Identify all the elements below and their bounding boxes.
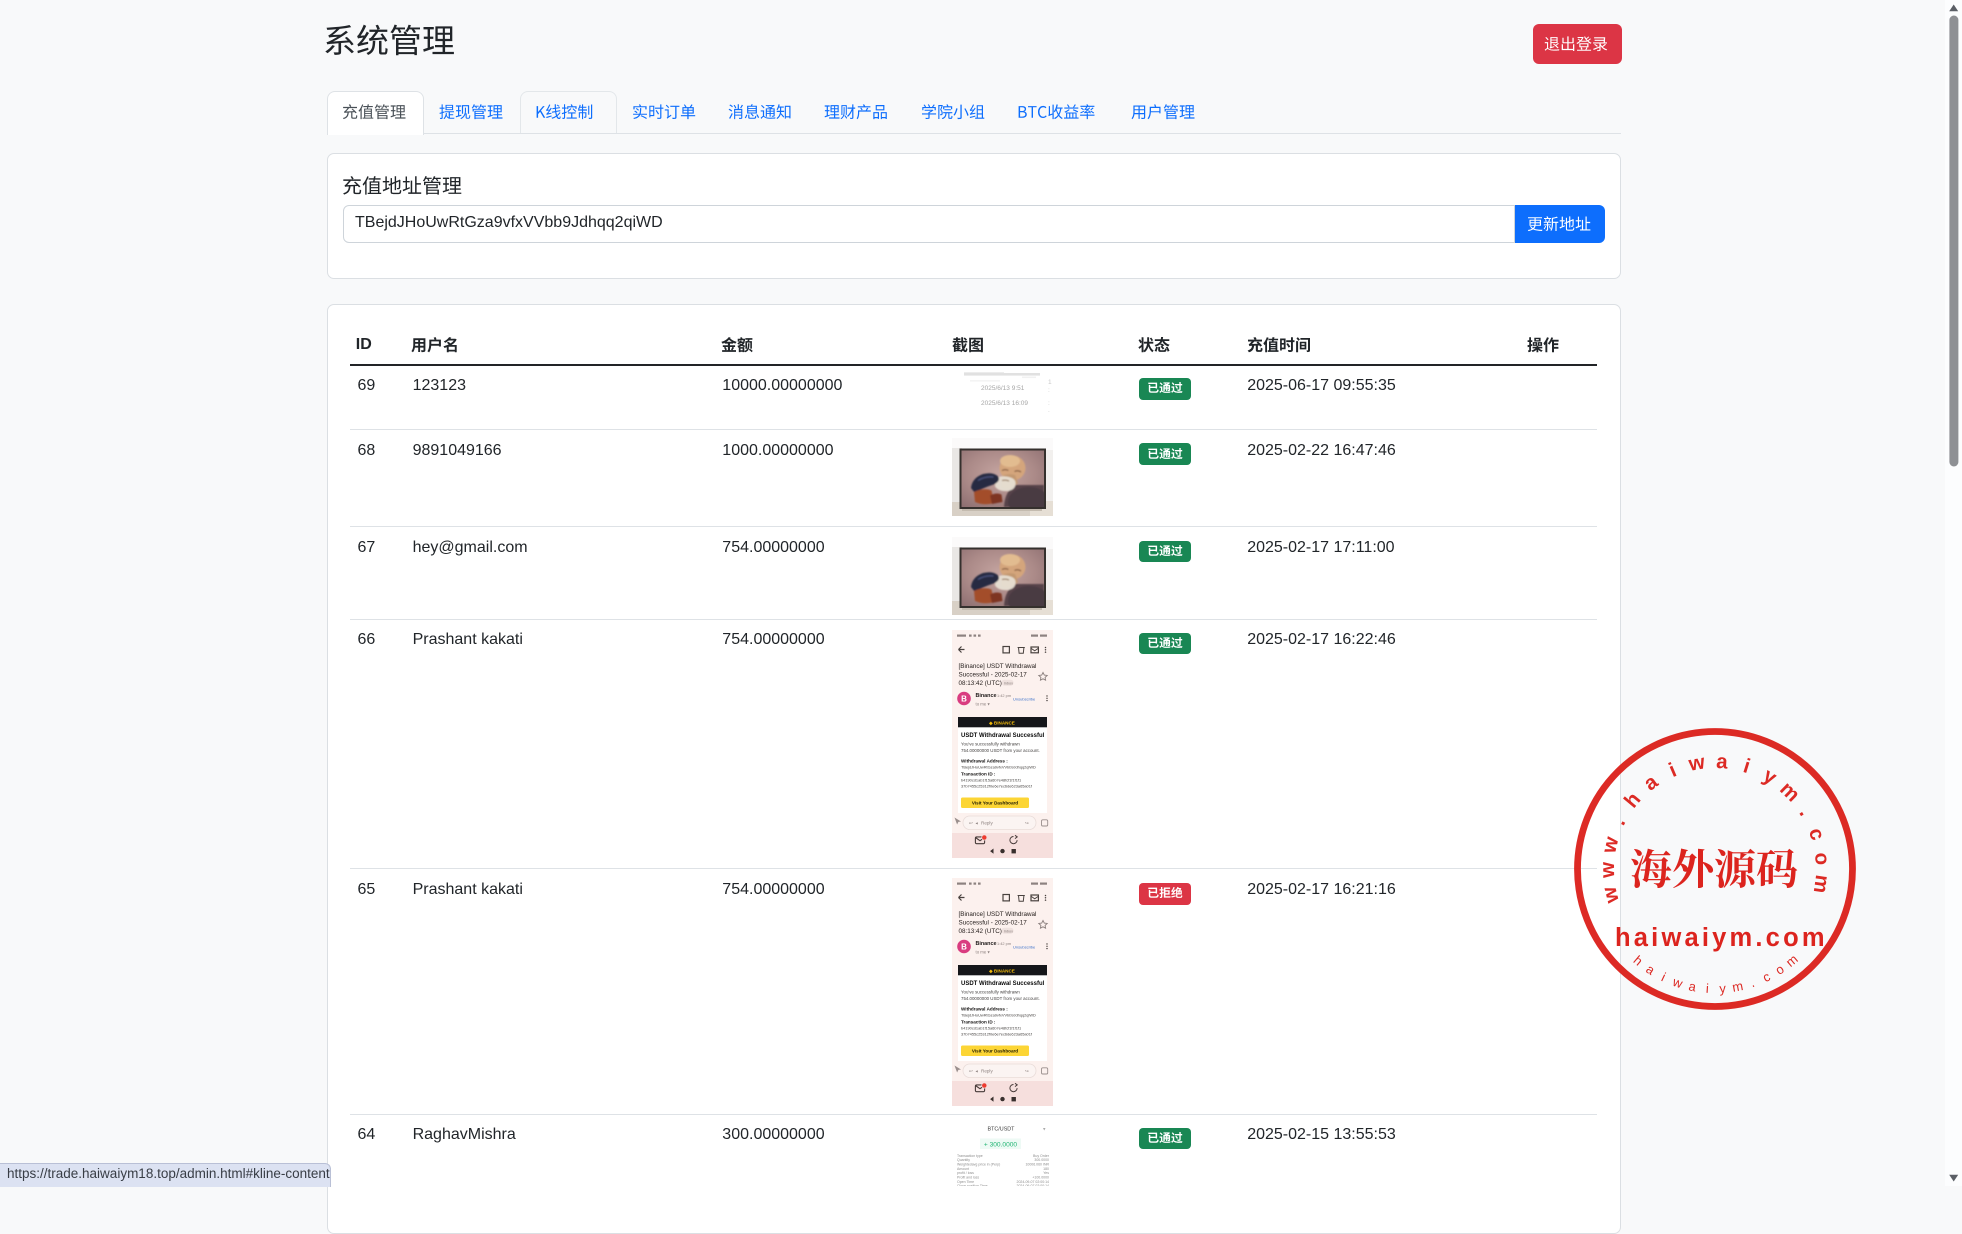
svg-text:You've successfully withdrawn: You've successfully withdrawn: [961, 742, 1020, 747]
svg-text:Unsubscribe: Unsubscribe: [1013, 944, 1036, 949]
svg-text:Binance: Binance: [975, 941, 996, 947]
svg-text:+ 300.0000: + 300.0000: [983, 1141, 1017, 1148]
svg-text:BTC/USDT: BTC/USDT: [987, 1127, 1015, 1133]
svg-text:h: h: [1630, 952, 1645, 968]
svg-text:y: y: [1759, 763, 1781, 789]
svg-text:10006.060 INR: 10006.060 INR: [1025, 1163, 1049, 1167]
svg-text:i: i: [1740, 754, 1752, 778]
svg-text:a: a: [1639, 769, 1662, 795]
svg-text:37b7455c25312f0e6e7ec6de623a65: 37b7455c25312f0e6e7ec6de623a65a01f: [961, 1031, 1033, 1036]
svg-text:Visit Your Dashboard: Visit Your Dashboard: [971, 801, 1017, 806]
svg-text:to me ▾: to me ▾: [975, 702, 989, 707]
svg-text::: :: [1048, 387, 1050, 394]
svg-text:2025/6/13 16:09: 2025/6/13 16:09: [981, 400, 1028, 407]
svg-text:i: i: [1665, 758, 1679, 781]
svg-text:Visit Your Dashboard: Visit Your Dashboard: [972, 1048, 1018, 1053]
svg-text::: :: [1048, 400, 1050, 407]
svg-text:[Binance] USDT Withdrawal: [Binance] USDT Withdrawal: [958, 663, 1036, 670]
svg-text:◆ BINANCE: ◆ BINANCE: [988, 721, 1015, 726]
svg-text:1: 1: [1048, 379, 1052, 386]
svg-text:B: B: [961, 695, 967, 704]
svg-text:b4190cd1ab1f15a6b7e48fcf1f1f1f: b4190cd1ab1f15a6b7e48fcf1f1f1f1: [961, 1025, 1021, 1030]
svg-text:a: a: [1687, 978, 1698, 994]
svg-text:Successful - 2025-02-17: Successful - 2025-02-17: [958, 672, 1027, 679]
svg-text:h: h: [1619, 788, 1645, 812]
svg-text:Transaction ID :: Transaction ID :: [961, 1019, 996, 1024]
svg-text:08:13:42 (UTC): 08:13:42 (UTC): [958, 928, 1001, 935]
svg-text:Weightedavg price in (Perp): Weightedavg price in (Perp): [957, 1163, 1000, 1167]
svg-text:USDT Withdrawal Successful: USDT Withdrawal Successful: [961, 981, 1045, 987]
svg-text:to me ▾: to me ▾: [975, 949, 989, 954]
svg-text:m: m: [1783, 951, 1801, 969]
svg-text:c: c: [1804, 825, 1829, 843]
svg-text:w: w: [1596, 861, 1619, 878]
svg-text:profit / loss: profit / loss: [957, 1171, 974, 1175]
svg-text:[Binance] USDT Withdrawal: [Binance] USDT Withdrawal: [958, 911, 1036, 918]
svg-text:.: .: [1794, 802, 1816, 819]
svg-text:754.00000000 USDT from your ac: 754.00000000 USDT from your account.: [961, 748, 1040, 753]
svg-text:↪: ↪: [1025, 821, 1029, 826]
svg-text:m: m: [1731, 978, 1744, 995]
svg-text:b4190cd1ab1f15a6b7e48fcf1f1f1f: b4190cd1ab1f15a6b7e48fcf1f1f1f1: [961, 778, 1021, 783]
svg-text:↪: ↪: [1025, 1068, 1029, 1073]
svg-text:TBejdJHoUwRtGza9vfxVVbb9Jdhqq2: TBejdJHoUwRtGza9vfxVVbb9Jdhqq2qiWD: [961, 765, 1036, 770]
svg-text:.: .: [1607, 813, 1630, 828]
svg-text:Withdrawal Address :: Withdrawal Address :: [961, 759, 1008, 764]
svg-text:Inbox: Inbox: [1003, 681, 1012, 685]
svg-text:TBejdJHoUwRtGza9vfxVVbb9Jdhqq2: TBejdJHoUwRtGza9vfxVVbb9Jdhqq2qiWD: [961, 1012, 1036, 1017]
svg-text:Reply: Reply: [981, 1068, 993, 1073]
svg-text:w: w: [1686, 750, 1707, 776]
svg-text:Binance: Binance: [975, 693, 996, 699]
svg-text:Transaction ID :: Transaction ID :: [961, 771, 996, 776]
svg-text:i: i: [1705, 980, 1709, 995]
svg-text:o: o: [1810, 851, 1834, 866]
svg-text:.: .: [1748, 974, 1756, 989]
svg-text:USDT Withdrawal Successful: USDT Withdrawal Successful: [961, 733, 1045, 739]
svg-text:↩: ↩: [969, 821, 973, 826]
svg-text:w: w: [1670, 973, 1685, 991]
svg-text:Quantity: Quantity: [957, 1158, 970, 1162]
svg-text:a: a: [1715, 749, 1728, 773]
svg-text:754.00000000 USDT from your ac: 754.00000000 USDT from your account.: [961, 995, 1040, 1000]
svg-text:1:42 pm: 1:42 pm: [997, 940, 1011, 945]
svg-text:Successful - 2025-02-17: Successful - 2025-02-17: [958, 919, 1027, 926]
svg-text:m: m: [1775, 777, 1804, 806]
svg-text:37b7455c25312f0e6e7ec6de623a65: 37b7455c25312f0e6e7ec6de623a65a01f: [961, 783, 1033, 788]
svg-text:a: a: [1643, 961, 1658, 978]
svg-text:Inbox: Inbox: [1003, 929, 1012, 933]
svg-text:Yes: Yes: [1043, 1171, 1049, 1175]
svg-text:1:42 pm: 1:42 pm: [997, 693, 1011, 698]
svg-text:i: i: [1659, 969, 1668, 984]
svg-text:w: w: [1597, 884, 1623, 906]
svg-text:You've successfully withdrawn: You've successfully withdrawn: [961, 989, 1020, 994]
svg-text:y: y: [1719, 980, 1727, 995]
svg-text:B: B: [961, 942, 967, 951]
svg-text:w: w: [1597, 834, 1623, 856]
svg-text:300.0000: 300.0000: [1034, 1158, 1049, 1162]
svg-text:.: .: [1048, 407, 1050, 414]
svg-text:m: m: [1809, 873, 1834, 894]
svg-text:↩: ↩: [969, 1068, 973, 1073]
svg-text:Reply: Reply: [981, 821, 993, 826]
svg-text:o: o: [1772, 961, 1786, 978]
svg-text:2025/6/13 9:51: 2025/6/13 9:51: [981, 385, 1025, 392]
svg-text:◆ BINANCE: ◆ BINANCE: [988, 968, 1015, 973]
svg-text:08:13:42 (UTC): 08:13:42 (UTC): [958, 680, 1001, 687]
svg-text:Withdrawal Address :: Withdrawal Address :: [961, 1006, 1008, 1011]
svg-text:c: c: [1760, 968, 1773, 985]
svg-text:Unsubscribe: Unsubscribe: [1013, 696, 1036, 701]
